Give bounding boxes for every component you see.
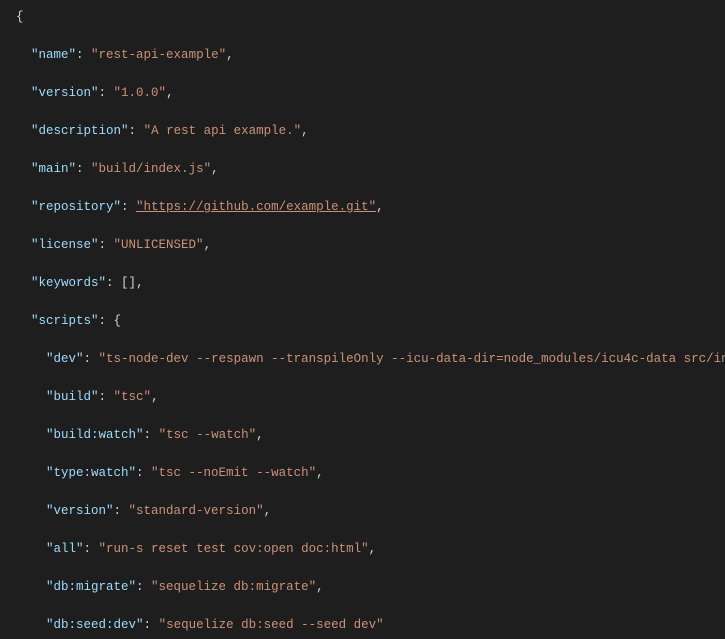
json-key: "db:migrate" [46,580,136,594]
code-line: "version": "1.0.0", [16,84,725,103]
code-line: "db:seed:dev": "sequelize db:seed --seed… [16,616,725,635]
json-value: "run-s reset test cov:open doc:html" [99,542,369,556]
code-line: "version": "standard-version", [16,502,725,521]
json-value: "rest-api-example" [91,48,226,62]
code-line: { [16,8,725,27]
json-key: "db:seed:dev" [46,618,144,632]
code-line: "description": "A rest api example.", [16,122,725,141]
json-key: "build:watch" [46,428,144,442]
json-key: "repository" [31,200,121,214]
code-editor[interactable]: { "name": "rest-api-example", "version":… [0,0,725,639]
json-key: "version" [31,86,99,100]
code-line: "name": "rest-api-example", [16,46,725,65]
code-line: "repository": "https://github.com/exampl… [16,198,725,217]
code-line: "type:watch": "tsc --noEmit --watch", [16,464,725,483]
json-key: "main" [31,162,76,176]
json-value: "A rest api example." [144,124,302,138]
json-value: "build/index.js" [91,162,211,176]
json-key: "build" [46,390,99,404]
code-line: "build:watch": "tsc --watch", [16,426,725,445]
code-line: "scripts": { [16,312,725,331]
json-key: "all" [46,542,84,556]
code-line: "main": "build/index.js", [16,160,725,179]
json-key: "license" [31,238,99,252]
code-line: "all": "run-s reset test cov:open doc:ht… [16,540,725,559]
json-value: "tsc" [114,390,152,404]
json-value: "standard-version" [129,504,264,518]
json-value: "tsc --noEmit --watch" [151,466,316,480]
code-line: "dev": "ts-node-dev --respawn --transpil… [16,350,725,369]
code-line: "license": "UNLICENSED", [16,236,725,255]
json-value: "ts-node-dev --respawn --transpileOnly -… [99,352,725,366]
json-key: "name" [31,48,76,62]
json-key: "description" [31,124,129,138]
json-value: [] [121,276,136,290]
json-value: "tsc --watch" [159,428,257,442]
json-value: "UNLICENSED" [114,238,204,252]
code-line: "db:migrate": "sequelize db:migrate", [16,578,725,597]
json-key: "keywords" [31,276,106,290]
json-value: "sequelize db:seed --seed dev" [159,618,384,632]
json-key: "scripts" [31,314,99,328]
code-line: "build": "tsc", [16,388,725,407]
json-key: "type:watch" [46,466,136,480]
json-key: "version" [46,504,114,518]
json-key: "dev" [46,352,84,366]
json-value: "1.0.0" [114,86,167,100]
json-value-link[interactable]: "https://github.com/example.git" [136,200,376,214]
code-line: "keywords": [], [16,274,725,293]
json-value: "sequelize db:migrate" [151,580,316,594]
